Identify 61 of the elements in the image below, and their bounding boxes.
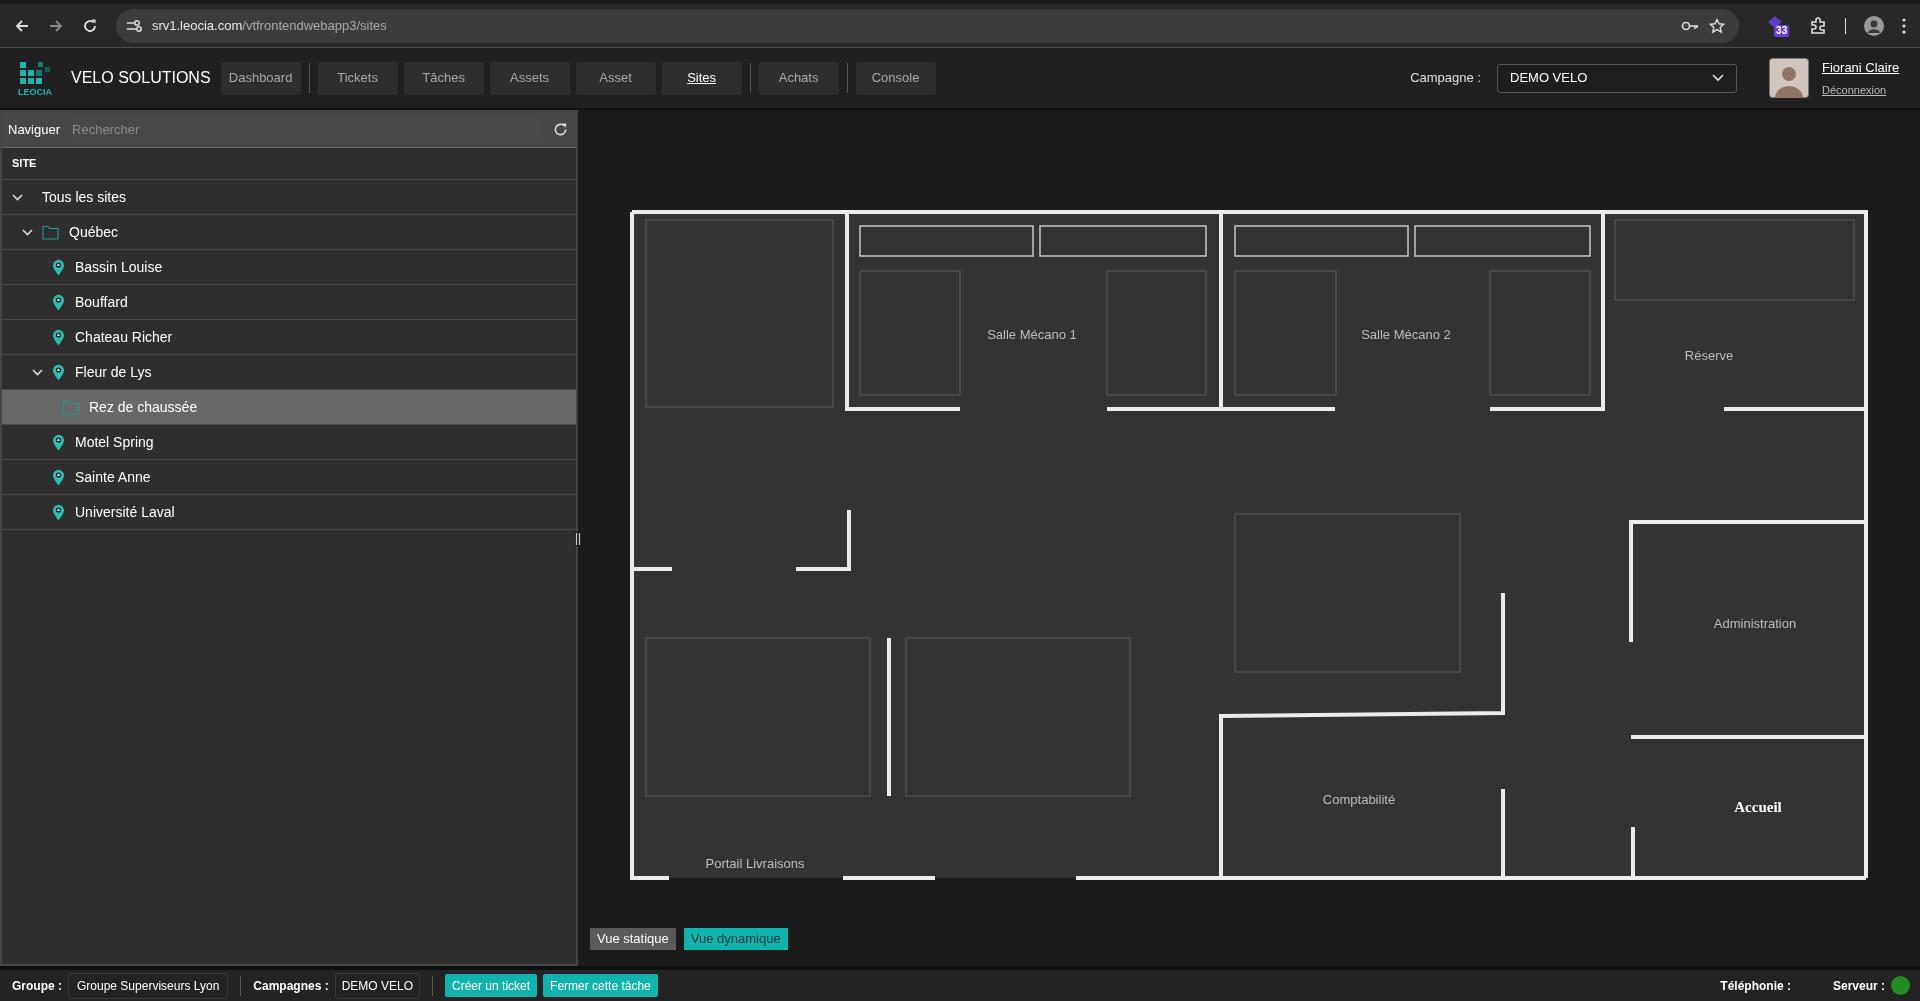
- room-label: Réserve: [1684, 348, 1734, 363]
- logo-icon: [18, 59, 52, 87]
- location-pin-icon: [52, 328, 65, 346]
- extension-button[interactable]: 33: [1765, 12, 1792, 39]
- resize-handle[interactable]: [575, 532, 581, 546]
- location-pin-icon: [52, 503, 65, 521]
- location-pin-icon: [52, 468, 65, 486]
- forward-icon[interactable]: [48, 17, 64, 34]
- nav-tab[interactable]: Achats: [758, 61, 839, 95]
- campaigns-label: Campagnes :: [253, 977, 329, 995]
- location-pin-icon: [52, 433, 65, 451]
- nav-tab[interactable]: Console: [855, 61, 936, 95]
- view-toggle-button[interactable]: Vue statique: [590, 928, 676, 950]
- folder-icon: [42, 224, 59, 240]
- group-label: Groupe :: [12, 977, 62, 995]
- location-pin-icon: [52, 258, 65, 276]
- column-header: SITE: [12, 156, 37, 172]
- site-settings-icon[interactable]: [125, 18, 142, 33]
- room-label: Accueil: [1734, 799, 1782, 815]
- menu-icon[interactable]: [1902, 17, 1907, 34]
- tree-item[interactable]: Rez de chaussée: [2, 390, 576, 425]
- user-name-link[interactable]: Fiorani Claire: [1822, 57, 1914, 77]
- nav-tab[interactable]: Dashboard: [220, 61, 301, 95]
- folder-icon: [62, 399, 79, 415]
- reload-icon[interactable]: [81, 17, 98, 34]
- nav-tab[interactable]: Tâches: [403, 61, 484, 95]
- chevron-icon[interactable]: [11, 193, 23, 201]
- campaigns-value: DEMO VELO: [334, 972, 421, 999]
- user-avatar: [1769, 58, 1809, 98]
- room-label: Administration: [1713, 616, 1797, 631]
- navigator-title: Naviguer: [8, 120, 61, 139]
- room-label: Salle Mécano 1: [987, 327, 1077, 342]
- location-pin-icon: [52, 293, 65, 311]
- badge-count: 33: [1774, 24, 1790, 37]
- room-label: Portail Livraisons: [705, 856, 805, 871]
- view-toggle-button[interactable]: Vue dynamique: [683, 928, 788, 950]
- location-pin-icon: [52, 363, 65, 381]
- logo-text: LEOCIA: [18, 87, 52, 97]
- extensions-icon[interactable]: [1809, 16, 1828, 35]
- logout-link[interactable]: Déconnexion: [1822, 82, 1914, 99]
- chevron-icon[interactable]: [21, 228, 33, 236]
- caret-icon: [1712, 74, 1724, 82]
- room-label: Salle Mécano 2: [1361, 327, 1451, 342]
- campaign-select[interactable]: DEMO VELO: [1497, 63, 1737, 93]
- profile-avatar-icon[interactable]: [1864, 15, 1885, 36]
- refresh-icon[interactable]: [553, 122, 568, 137]
- group-value: Groupe Superviseurs Lyon: [68, 972, 229, 999]
- room-label: Comptabilité: [1322, 792, 1396, 807]
- address-bar[interactable]: srv1.leocia.com/vtfrontendwebapp3/sites: [115, 8, 1740, 43]
- telephony-label: Téléphonie :: [1720, 977, 1791, 995]
- star-icon[interactable]: [1709, 17, 1726, 34]
- nav-tab[interactable]: Assets: [489, 61, 570, 95]
- key-icon[interactable]: [1681, 19, 1700, 32]
- nav-tab[interactable]: Tickets: [317, 61, 398, 95]
- nav-tab[interactable]: Sites: [661, 61, 742, 95]
- nav-tab[interactable]: Asset: [575, 61, 656, 95]
- server-label: Serveur :: [1832, 977, 1885, 995]
- url-text: srv1.leocia.com/vtfrontendwebapp3/sites: [151, 16, 388, 35]
- campaign-label: Campagne :: [1410, 69, 1481, 88]
- app-title: VELO SOLUTIONS: [71, 68, 211, 88]
- chevron-icon[interactable]: [31, 368, 43, 376]
